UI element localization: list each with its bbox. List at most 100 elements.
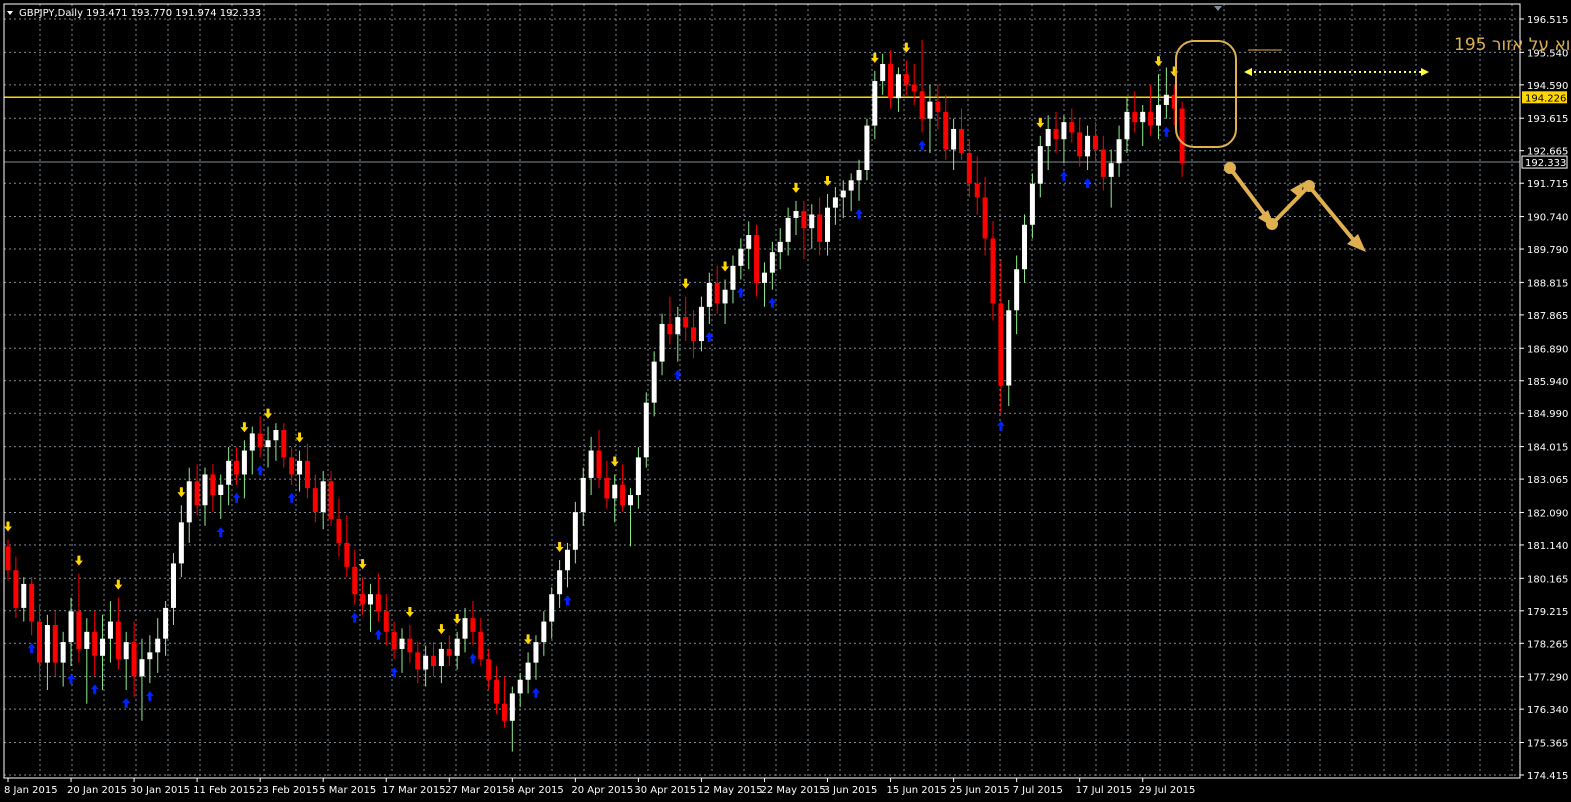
candle-body [1045, 128, 1051, 147]
candle-body [391, 631, 397, 649]
y-tick-label: 185.940 [1527, 377, 1568, 388]
candle-body [431, 655, 437, 667]
candle-body [273, 430, 279, 441]
price-chart[interactable]: 196.515195.540194.590193.615192.665191.7… [0, 0, 1571, 802]
y-tick-label: 176.340 [1527, 705, 1568, 716]
candle-body [13, 570, 19, 608]
candle-body [1014, 269, 1020, 311]
x-tick-label: 20 Jan 2015 [67, 785, 127, 796]
y-tick-label: 184.990 [1527, 409, 1568, 420]
candle-body [1163, 94, 1169, 106]
candle-body [454, 638, 460, 656]
candle-body [620, 484, 626, 506]
candle-body [549, 594, 555, 622]
candle-body [769, 252, 775, 273]
candle-body [1100, 149, 1106, 177]
candle-body [360, 594, 366, 605]
candle-body [1053, 128, 1059, 140]
candle-body [289, 457, 295, 475]
candle-body [304, 460, 310, 489]
candle-body [194, 481, 200, 506]
projection-node[interactable] [1224, 162, 1236, 174]
candle-body [951, 128, 957, 150]
candle-body [675, 317, 681, 335]
candle-body [1116, 139, 1122, 164]
candle-body [832, 197, 838, 208]
candle-body [494, 679, 500, 704]
candle-body [257, 433, 263, 448]
x-tick-label: 17 Mar 2015 [382, 785, 445, 796]
candle-body [927, 101, 933, 119]
x-tick-label: 8 Apr 2015 [508, 785, 563, 796]
candle-body [872, 81, 878, 126]
candle-body [754, 235, 760, 283]
candle-body [312, 488, 318, 513]
x-tick-label: 29 Jul 2015 [1139, 785, 1196, 796]
y-tick-label: 188.815 [1527, 278, 1568, 289]
candle-body [943, 111, 949, 150]
candle-body [596, 450, 602, 478]
candle-body [691, 327, 697, 342]
candle-body [785, 217, 791, 242]
candle-body [1085, 135, 1091, 157]
candle-body [604, 477, 610, 499]
candle-body [139, 659, 145, 677]
symbol-info-line: GBPJPY,Daily 193.471 193.770 191.974 192… [19, 8, 261, 19]
candle-body [1179, 108, 1185, 164]
candle-body [517, 679, 523, 694]
candle-body [817, 214, 823, 242]
candle-body [84, 631, 90, 649]
candle-body [383, 611, 389, 632]
y-tick-label: 196.515 [1527, 15, 1568, 26]
candle-body [628, 495, 634, 506]
candle-body [557, 570, 563, 595]
candle-body [336, 518, 342, 543]
chart-background [0, 0, 1571, 802]
candle-body [438, 648, 444, 667]
candle-body [1037, 146, 1043, 184]
candle-body [265, 440, 271, 448]
annotation-text: פריצת שווא על אזור 195 [1454, 35, 1571, 55]
candle-body [423, 655, 429, 670]
candle-body [998, 303, 1004, 386]
candle-body [659, 323, 665, 362]
projection-node[interactable] [1266, 218, 1278, 230]
candle-body [375, 594, 381, 612]
candle-body [761, 272, 767, 283]
y-tick-label: 194.590 [1527, 81, 1568, 92]
x-tick-label: 27 Mar 2015 [445, 785, 508, 796]
candle-body [155, 638, 161, 653]
candle-body [1029, 183, 1035, 225]
candle-body [966, 152, 972, 184]
x-tick-label: 30 Apr 2015 [634, 785, 696, 796]
y-tick-label: 191.715 [1527, 179, 1568, 190]
y-tick-label: 180.165 [1527, 574, 1568, 585]
candle-body [218, 484, 224, 496]
x-tick-label: 23 Feb 2015 [256, 785, 318, 796]
x-tick-label: 8 Jan 2015 [4, 785, 58, 796]
candle-body [903, 74, 909, 85]
candle-body [848, 180, 854, 191]
x-tick-label: 25 Jun 2015 [950, 785, 1010, 796]
candle-body [100, 638, 106, 656]
candle-body [738, 248, 744, 266]
candle-body [935, 101, 941, 112]
candle-body [746, 235, 752, 249]
y-tick-label: 184.015 [1527, 443, 1568, 454]
x-tick-label: 20 Apr 2015 [571, 785, 633, 796]
candle-body [367, 594, 373, 605]
candle-body [68, 611, 74, 643]
y-tick-label: 174.415 [1527, 771, 1568, 782]
projection-node[interactable] [1303, 180, 1315, 192]
candle-body [281, 430, 287, 458]
candle-body [92, 631, 98, 656]
candle-body [974, 183, 980, 198]
candle-body [399, 638, 405, 649]
y-tick-label: 190.740 [1527, 213, 1568, 224]
candle-body [919, 91, 925, 119]
candle-body [1077, 132, 1083, 157]
y-tick-label: 193.615 [1527, 114, 1568, 125]
x-tick-label: 22 May 2015 [760, 785, 825, 796]
candle-body [486, 659, 492, 680]
candle-body [352, 566, 358, 595]
